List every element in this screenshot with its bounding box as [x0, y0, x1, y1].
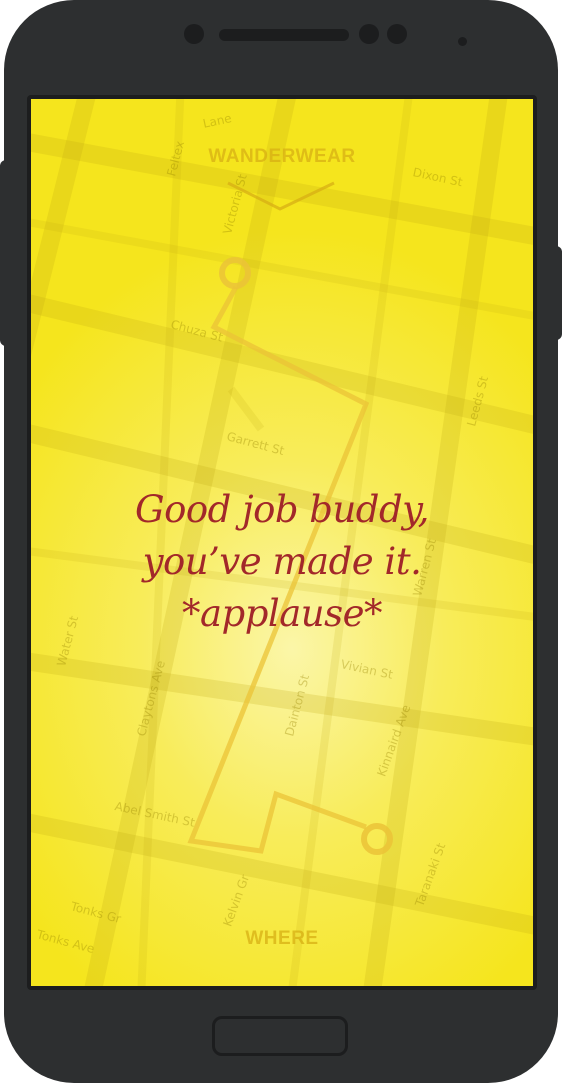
sensor-dot-icon [359, 24, 379, 44]
where-button[interactable]: WHERE [31, 928, 533, 950]
chevron-down-icon[interactable] [226, 179, 338, 213]
proximity-sensor-icon [458, 37, 467, 46]
success-message: Good job buddy, you’ve made it. *applaus… [31, 484, 533, 640]
app-screen: Lane Dixon St Feltex Victoria St Chuza S… [31, 99, 533, 986]
speaker-grille [219, 29, 349, 41]
front-camera-icon [184, 24, 204, 44]
success-message-line: you’ve made it. [142, 540, 422, 583]
home-button[interactable] [212, 1016, 348, 1056]
success-message-line: Good job buddy, [135, 488, 429, 531]
success-message-line: *applause* [181, 592, 383, 635]
volume-button[interactable] [0, 160, 10, 346]
sensor-dot-icon [387, 24, 407, 44]
app-brand-title: WANDERWEAR [208, 146, 356, 167]
power-button[interactable] [552, 246, 562, 340]
